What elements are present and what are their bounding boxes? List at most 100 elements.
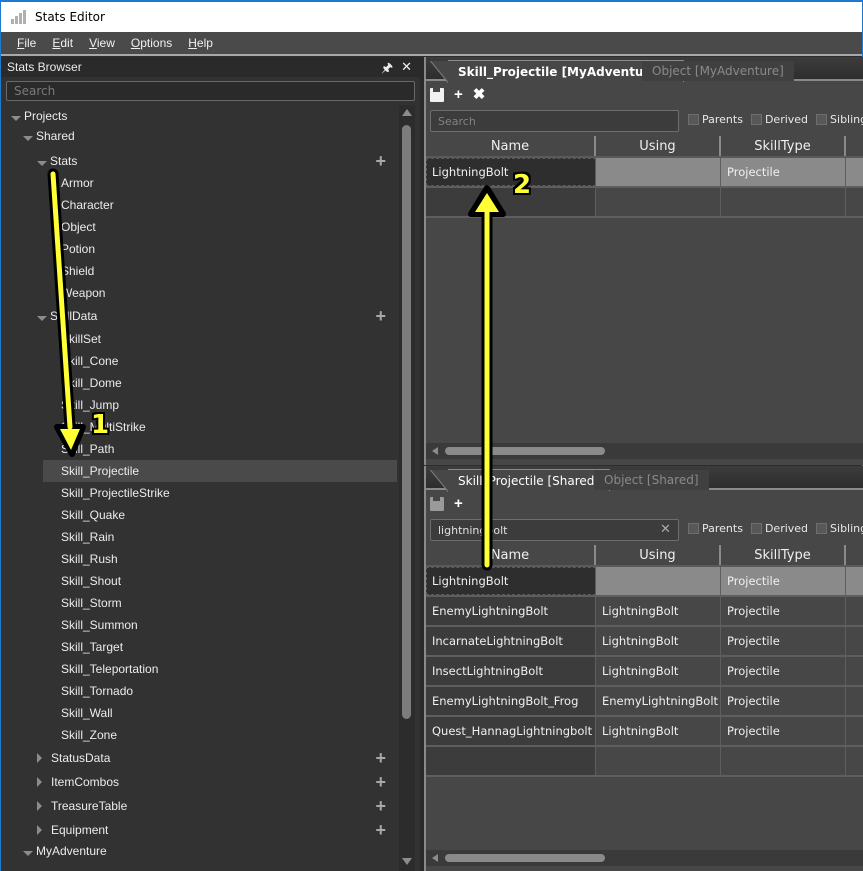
- cell-overflow[interactable]: [846, 158, 863, 186]
- tree-item-skill-storm[interactable]: Skill_Storm: [61, 592, 122, 614]
- table-row[interactable]: EnemyLightningBolt LightningBolt Projectil…: [426, 597, 863, 627]
- cell-skilltype[interactable]: Projectile: [721, 657, 846, 685]
- tree-item-skilldata[interactable]: SkillData: [37, 305, 97, 327]
- tree-item-treasuretable[interactable]: TreasureTable: [37, 795, 127, 817]
- cell-overflow[interactable]: [846, 687, 863, 715]
- tree-item-skill-quake[interactable]: Skill_Quake: [61, 504, 125, 526]
- collapse-arrow-icon[interactable]: [37, 801, 42, 811]
- add-entry-plus-icon[interactable]: +: [375, 152, 386, 170]
- expand-arrow-icon[interactable]: [37, 160, 47, 166]
- cell-skilltype[interactable]: Projectile: [721, 158, 846, 186]
- tree-vertical-scrollbar[interactable]: [399, 105, 415, 871]
- tree-item-skill-summon[interactable]: Skill_Summon: [61, 614, 138, 636]
- cell-name[interactable]: IncarnateLightningBolt: [426, 627, 596, 655]
- tree-item-character[interactable]: Character: [61, 194, 114, 216]
- cell-skilltype[interactable]: Projectile: [721, 687, 846, 715]
- scroll-thumb[interactable]: [402, 125, 411, 719]
- add-icon[interactable]: +: [454, 496, 463, 512]
- tree-item-stats[interactable]: Stats: [37, 150, 77, 172]
- cell-name[interactable]: Quest_HannagLightningbolt: [426, 717, 596, 745]
- tree-item-skill-projectilestrike[interactable]: Skill_ProjectileStrike: [61, 482, 170, 504]
- tab-object-shared[interactable]: Object [Shared]: [594, 470, 709, 490]
- parents-checkbox[interactable]: Parents: [688, 522, 743, 535]
- cell-overflow[interactable]: [846, 188, 863, 216]
- tree-item-equipment[interactable]: Equipment: [37, 819, 108, 841]
- derived-checkbox[interactable]: Derived: [750, 113, 808, 126]
- tree-item-statusdata[interactable]: StatusData: [37, 747, 110, 769]
- save-icon[interactable]: [430, 88, 444, 102]
- column-header-overflow[interactable]: [846, 136, 863, 156]
- table-row[interactable]: [426, 747, 863, 777]
- cell-skilltype[interactable]: Projectile: [721, 627, 846, 655]
- tree-item-skill-target[interactable]: Skill_Target: [61, 636, 123, 658]
- cell-overflow[interactable]: [846, 597, 863, 625]
- horizontal-scrollbar[interactable]: [426, 443, 863, 459]
- column-header-using[interactable]: Using: [596, 545, 721, 565]
- tree-item-skill-wall[interactable]: Skill_Wall: [61, 702, 113, 724]
- tab-object-myadventure[interactable]: Object [MyAdventure]: [642, 61, 794, 81]
- cell-name[interactable]: EnemyLightningBolt_Frog: [426, 687, 596, 715]
- editor-search-input[interactable]: [430, 519, 679, 541]
- column-header-skilltype[interactable]: SkillType: [721, 136, 846, 156]
- collapse-arrow-icon[interactable]: [37, 777, 42, 787]
- cell-using[interactable]: EnemyLightningBolt: [596, 687, 721, 715]
- scroll-thumb[interactable]: [445, 854, 605, 862]
- tree-item-skill-shout[interactable]: Skill_Shout: [61, 570, 121, 592]
- tree-item-potion[interactable]: Potion: [61, 238, 95, 260]
- add-entry-plus-icon[interactable]: +: [375, 307, 386, 325]
- horizontal-scrollbar[interactable]: [426, 850, 863, 866]
- tree-item-projects[interactable]: Projects: [11, 105, 67, 127]
- collapse-arrow-icon[interactable]: [37, 825, 42, 835]
- pin-icon[interactable]: 🖈︎: [381, 59, 393, 81]
- collapse-arrow-icon[interactable]: [37, 753, 42, 763]
- cell-using[interactable]: [596, 188, 721, 216]
- tree-item-skillset[interactable]: SkillSet: [61, 328, 101, 350]
- cell-skilltype[interactable]: [721, 188, 846, 216]
- table-row[interactable]: LightningBolt Projectile: [426, 567, 863, 597]
- close-icon[interactable]: ✕: [401, 59, 412, 81]
- menu-file[interactable]: File: [9, 36, 44, 50]
- column-header-name[interactable]: Name: [426, 136, 596, 156]
- scroll-down-arrow-icon[interactable]: [402, 858, 412, 865]
- siblings-checkbox[interactable]: Siblings: [816, 113, 863, 126]
- cell-overflow[interactable]: [846, 567, 863, 595]
- tree-item-object[interactable]: Object: [61, 216, 96, 238]
- table-row[interactable]: EnemyLightningBolt_Frog EnemyLightningBol…: [426, 687, 863, 717]
- tree-item-shared[interactable]: Shared: [23, 125, 75, 147]
- scroll-left-arrow-icon[interactable]: [432, 854, 438, 862]
- column-header-skilltype[interactable]: SkillType: [721, 545, 846, 565]
- add-entry-plus-icon[interactable]: +: [375, 773, 386, 791]
- cell-overflow[interactable]: [846, 747, 863, 775]
- table-row[interactable]: InsectLightningBolt LightningBolt Projecti…: [426, 657, 863, 687]
- expand-arrow-icon[interactable]: [23, 850, 33, 856]
- scroll-left-arrow-icon[interactable]: [432, 447, 438, 455]
- scroll-thumb[interactable]: [445, 447, 605, 455]
- cell-name[interactable]: LightningBolt: [426, 158, 596, 186]
- menu-options[interactable]: Options: [123, 36, 180, 50]
- browser-search-input[interactable]: [6, 81, 415, 101]
- add-entry-plus-icon[interactable]: +: [375, 749, 386, 767]
- cell-overflow[interactable]: [846, 627, 863, 655]
- expand-arrow-icon[interactable]: [37, 315, 47, 321]
- tree-item-itemcombos[interactable]: ItemCombos: [37, 771, 119, 793]
- cell-using[interactable]: LightningBolt: [596, 597, 721, 625]
- tab-skill-projectile-shared[interactable]: Skill_Projectile [Shared]: [429, 469, 611, 492]
- menu-view[interactable]: View: [81, 36, 123, 50]
- table-row[interactable]: IncarnateLightningBolt LightningBolt Proje…: [426, 627, 863, 657]
- menu-help[interactable]: Help: [180, 36, 221, 50]
- siblings-checkbox[interactable]: Siblings: [816, 522, 863, 535]
- editor-search-input[interactable]: [430, 110, 679, 132]
- cell-skilltype[interactable]: Projectile: [721, 597, 846, 625]
- table-row[interactable]: Quest_HannagLightningbolt LightningBolt Pr…: [426, 717, 863, 747]
- tree-item-armor[interactable]: Armor: [61, 172, 94, 194]
- cell-using[interactable]: [596, 747, 721, 775]
- cell-using[interactable]: LightningBolt: [596, 627, 721, 655]
- tree-item-skill-rain[interactable]: Skill_Rain: [61, 526, 114, 548]
- cell-overflow[interactable]: [846, 717, 863, 745]
- table-row[interactable]: [426, 188, 863, 218]
- cell-name[interactable]: InsectLightningBolt: [426, 657, 596, 685]
- tree-item-weapon[interactable]: Weapon: [61, 282, 105, 304]
- add-entry-plus-icon[interactable]: +: [375, 821, 386, 839]
- tree-item-skill-teleportation[interactable]: Skill_Teleportation: [61, 658, 158, 680]
- clear-search-icon[interactable]: ✕: [660, 521, 671, 537]
